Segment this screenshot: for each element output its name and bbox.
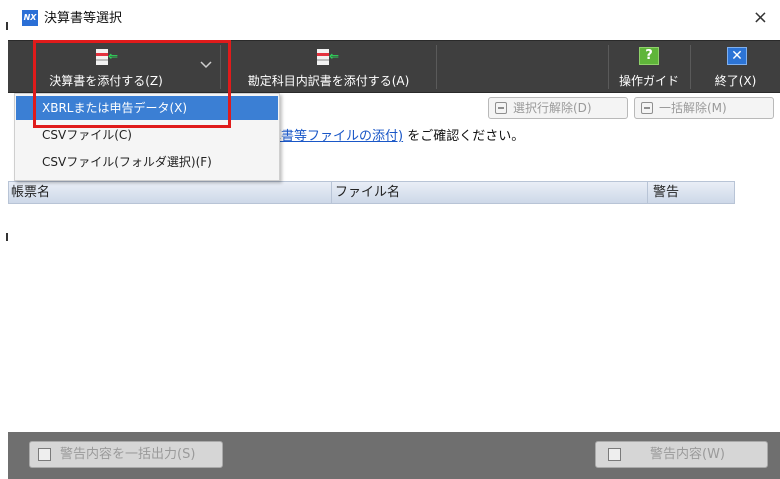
warning-detail-button[interactable]: 警告内容(W)	[595, 441, 768, 468]
notice-suffix: をご確認ください。	[407, 129, 525, 144]
deselect-all-icon	[641, 102, 653, 114]
deselect-row-button[interactable]: 選択行解除(D)	[488, 97, 628, 119]
table-header: 帳票名 ファイル名 警告	[8, 181, 735, 204]
attach-file-icon: ⇐	[317, 49, 341, 65]
column-header-file-name[interactable]: ファイル名	[335, 182, 400, 203]
help-icon: ?	[639, 47, 659, 65]
window-edge-mark	[6, 22, 8, 30]
export-icon	[38, 448, 51, 461]
column-header-warning[interactable]: 警告	[653, 182, 679, 203]
deselect-row-label: 選択行解除(D)	[513, 101, 592, 115]
close-icon[interactable]: ×	[753, 8, 768, 28]
highlight-box	[33, 40, 231, 128]
bottom-bar: 警告内容を一括出力(S) 警告内容(W)	[8, 432, 780, 479]
menu-item-csv-folder[interactable]: CSVファイル(フォルダ選択)(F)	[16, 150, 278, 174]
column-header-form-name[interactable]: 帳票名	[11, 182, 50, 203]
warning-detail-label: 警告内容(W)	[650, 447, 725, 462]
file-table-body[interactable]	[8, 204, 735, 430]
title-bar: NX 決算書等選択 ×	[0, 0, 780, 40]
exit-button[interactable]: ✕ 終了(X)	[691, 41, 780, 93]
export-warnings-button[interactable]: 警告内容を一括出力(S)	[29, 441, 223, 468]
operation-guide-button[interactable]: ? 操作ガイド	[609, 41, 689, 93]
export-warnings-label: 警告内容を一括出力(S)	[60, 447, 196, 462]
exit-icon: ✕	[727, 47, 747, 65]
attach-breakdown-button[interactable]: ⇐ 勘定科目内訳書を添付する(A)	[221, 41, 436, 93]
attachment-help-link[interactable]: 算書等ファイルの添付)	[268, 129, 403, 144]
column-divider[interactable]	[647, 182, 648, 203]
deselect-all-label: 一括解除(M)	[659, 101, 727, 115]
attach-breakdown-label: 勘定科目内訳書を添付する(A)	[247, 74, 410, 88]
attachment-notice: 算書等ファイルの添付) をご確認ください。	[268, 125, 524, 144]
deselect-all-button[interactable]: 一括解除(M)	[634, 97, 774, 119]
exit-label: 終了(X)	[714, 74, 757, 88]
toolbar-divider	[436, 45, 437, 89]
app-logo-icon: NX	[22, 10, 38, 26]
window-title: 決算書等選択	[44, 11, 123, 26]
magnifier-icon	[608, 448, 621, 461]
deselect-icon	[495, 102, 507, 114]
operation-guide-label: 操作ガイド	[618, 74, 679, 88]
column-divider[interactable]	[331, 182, 332, 203]
